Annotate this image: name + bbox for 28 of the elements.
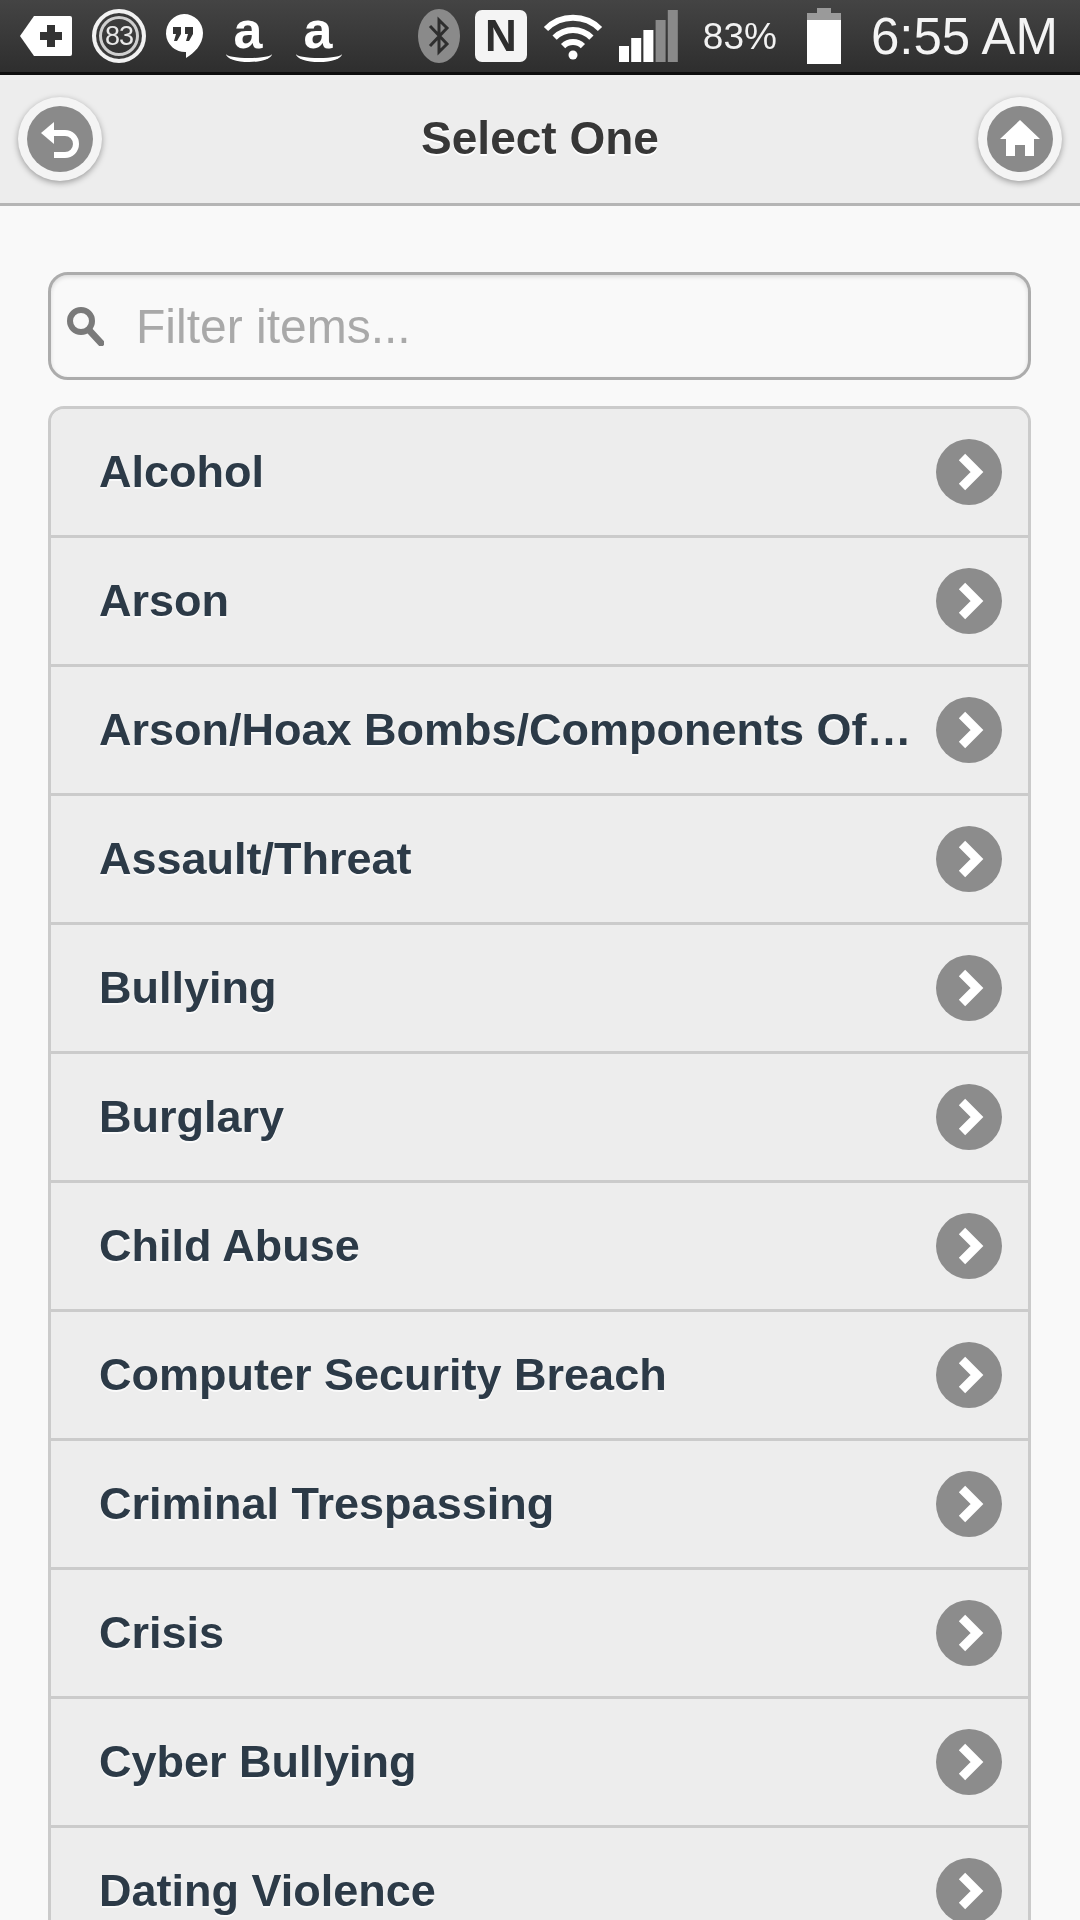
battery-percent: 83%	[702, 17, 777, 55]
clock-time: 6:55 AM	[870, 10, 1058, 62]
count-badge: 83	[92, 9, 146, 63]
chevron-right-icon	[936, 1342, 1002, 1408]
list-item[interactable]: Dating Violence	[51, 1825, 1028, 1920]
chevron-right-icon	[936, 1084, 1002, 1150]
chevron-right-icon	[936, 1600, 1002, 1666]
chevron-right-icon	[936, 826, 1002, 892]
quote-bubble-icon	[164, 13, 204, 59]
chevron-right-icon	[936, 1213, 1002, 1279]
back-button[interactable]	[18, 97, 102, 181]
search-icon	[66, 306, 104, 346]
nfc-icon: N	[474, 10, 527, 62]
page-title: Select One	[420, 111, 660, 167]
bluetooth-icon	[416, 8, 461, 64]
chevron-right-icon	[936, 568, 1002, 634]
signal-bars-icon	[618, 10, 679, 62]
chevron-right-icon	[936, 1858, 1002, 1920]
chevron-right-icon	[936, 955, 1002, 1021]
chevron-right-icon	[936, 439, 1002, 505]
home-button[interactable]	[978, 97, 1062, 181]
chevron-right-icon	[936, 1729, 1002, 1795]
chevron-right-icon	[936, 697, 1002, 763]
battery-icon	[806, 8, 841, 64]
home-icon	[987, 106, 1053, 172]
chevron-right-icon	[936, 1471, 1002, 1537]
filter-field[interactable]: Filter items...	[48, 272, 1031, 380]
plus-tag-icon	[18, 14, 74, 58]
